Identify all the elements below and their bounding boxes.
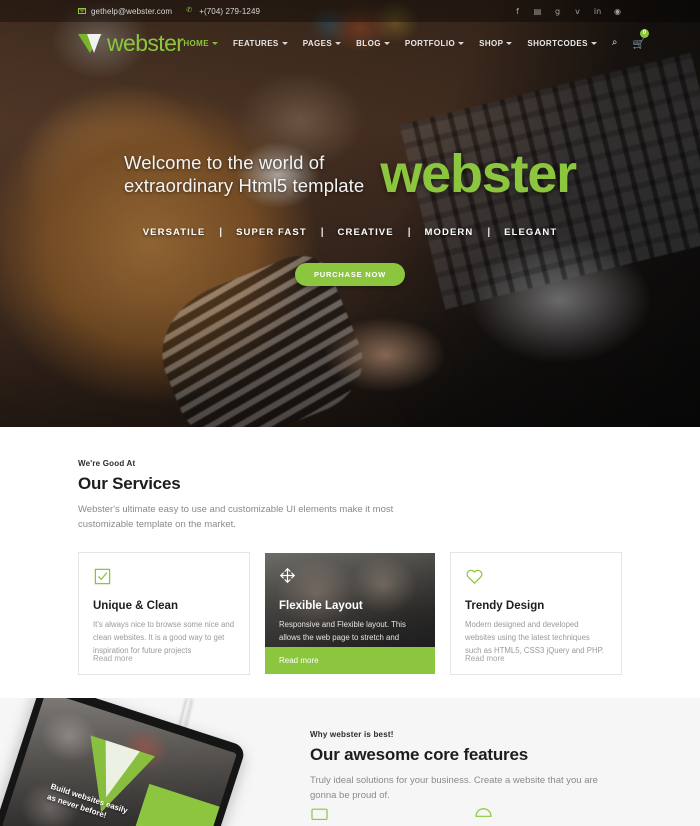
topbar-email[interactable]: gethelp@webster.com: [78, 7, 172, 16]
topbar-contact-group: gethelp@webster.com ✆ +(704) 279-1249: [78, 7, 260, 16]
chevron-down-icon: [281, 41, 288, 45]
tablet-device: Build websites easily as never before!: [0, 698, 247, 826]
services-description: Webster's ultimate easy to use and custo…: [78, 504, 394, 530]
hero-brand-text: webster: [380, 144, 577, 204]
service-card-body: Trendy Design Modern designed and develo…: [451, 553, 621, 658]
hero-keyword-modern: MODERN: [424, 226, 474, 238]
hero-keyword-creative: CREATIVE: [337, 226, 394, 238]
nav-item-pages-label: PAGES: [302, 38, 333, 48]
hero-welcome-line2: extraordinary Html5 template: [124, 175, 365, 197]
nav-item-blog[interactable]: BLOG: [356, 39, 390, 48]
chevron-down-icon: [458, 41, 465, 45]
check-square-icon: [93, 567, 235, 589]
core-description: Truly ideal solutions for your business.…: [310, 775, 598, 801]
topbar-social-group: f ▤ g v in ◉: [513, 7, 622, 16]
site-logo[interactable]: webster: [78, 29, 184, 57]
nav-item-shortcodes[interactable]: SHORTCODES: [527, 38, 597, 48]
chevron-down-icon: [335, 41, 342, 45]
nav-item-portfolio-label: PORTFOLIO: [404, 38, 456, 48]
nav-item-pages[interactable]: PAGES: [302, 38, 342, 48]
services-title: Our Services: [78, 474, 181, 493]
chevron-down-icon: [590, 41, 597, 45]
umbrella-icon: [474, 806, 493, 826]
service-card-read-more-link[interactable]: Read more: [465, 654, 505, 663]
chevron-down-icon: [211, 41, 218, 45]
google-plus-icon[interactable]: g: [553, 7, 562, 16]
topbar-email-text: gethelp@webster.com: [91, 6, 173, 16]
main-navigation-bar: webster HOME FEATURES PAGES BLOG PORTFOL…: [0, 22, 700, 64]
chevron-down-icon: [383, 41, 390, 45]
dribbble-icon[interactable]: ◉: [613, 7, 622, 16]
nav-item-portfolio[interactable]: PORTFOLIO: [404, 38, 465, 48]
service-card-list: Unique & Clean It's always nice to brows…: [78, 552, 622, 676]
purchase-now-button[interactable]: PURCHASE NOW: [294, 262, 406, 286]
search-icon[interactable]: ⌕: [612, 38, 618, 48]
topbar-phone-text: +(704) 279-1249: [199, 6, 261, 16]
hero-content: Welcome to the world of extraordinary Ht…: [0, 144, 700, 286]
nav-item-home[interactable]: HOME: [183, 39, 218, 48]
arrows-move-icon: [279, 567, 421, 589]
nav-item-shop[interactable]: SHOP: [479, 38, 513, 48]
service-card-flexible-layout[interactable]: Flexible Layout Responsive and Flexible …: [264, 552, 436, 676]
core-features-content: Why webster is best! Our awesome core fe…: [310, 730, 640, 803]
service-card-trendy-design[interactable]: Trendy Design Modern designed and develo…: [450, 552, 622, 676]
nav-item-blog-label: BLOG: [356, 38, 381, 48]
phone-icon: ✆: [186, 7, 193, 14]
service-card-title: Unique & Clean: [93, 600, 178, 613]
flickr-icon[interactable]: ▤: [533, 7, 542, 16]
hero-keyword-versatile: VERSATILE: [142, 226, 206, 238]
chevron-down-icon: [506, 41, 513, 45]
logo-text: webster: [107, 29, 184, 56]
cart-button[interactable]: 🛒 0: [632, 29, 649, 52]
tablet-illustration: Build websites easily as never before!: [0, 698, 300, 826]
nav-item-home-label: HOME: [183, 38, 209, 48]
keyword-separator: |: [407, 226, 411, 238]
nav-item-features[interactable]: FEATURES: [233, 39, 288, 48]
tablet-screen: Build websites easily as never before!: [1, 698, 238, 826]
hero-headline: Welcome to the world of extraordinary Ht…: [40, 144, 660, 204]
core-title: Our awesome core features: [310, 745, 528, 764]
service-card-body: Unique & Clean It's always nice to brows…: [79, 553, 249, 658]
hero-section: gethelp@webster.com ✆ +(704) 279-1249 f …: [0, 0, 700, 427]
services-eyebrow: We're Good At: [78, 459, 136, 468]
service-card-text: It's always nice to browse some nice and…: [93, 620, 235, 656]
cart-count-badge: 0: [639, 29, 649, 38]
service-card-unique-clean[interactable]: Unique & Clean It's always nice to brows…: [78, 552, 250, 676]
linkedin-icon[interactable]: in: [593, 7, 602, 16]
hero-keyword-super-fast: SUPER FAST: [236, 226, 307, 238]
keyword-separator: |: [320, 226, 324, 238]
service-card-read-more-bar[interactable]: Read more: [265, 647, 435, 675]
keyword-separator: |: [487, 226, 491, 238]
keyword-separator: |: [219, 226, 223, 238]
service-card-title: Flexible Layout: [279, 600, 363, 613]
desktop-icon: [310, 806, 329, 826]
hero-welcome-line1: Welcome to the world of: [124, 152, 325, 173]
shopping-cart-icon: 🛒: [632, 39, 645, 50]
hero-keyword-elegant: ELEGANT: [504, 226, 558, 238]
hero-keyword-list: VERSATILE | SUPER FAST | CREATIVE | MODE…: [40, 227, 660, 238]
heart-icon: [465, 567, 607, 589]
hero-welcome-text: Welcome to the world of extraordinary Ht…: [124, 151, 364, 198]
topbar-phone[interactable]: ✆ +(704) 279-1249: [186, 7, 260, 16]
logo-triangle-icon: [78, 33, 102, 53]
service-card-title: Trendy Design: [465, 600, 545, 613]
service-card-read-more-link: Read more: [279, 656, 319, 666]
service-card-text: Modern designed and developed websites u…: [465, 620, 604, 656]
core-eyebrow: Why webster is best!: [310, 730, 394, 739]
facebook-icon[interactable]: f: [513, 7, 522, 16]
core-feature-icon-row: [310, 806, 493, 826]
envelope-icon: [78, 8, 86, 14]
core-features-section: Build websites easily as never before! W…: [0, 698, 700, 826]
services-section: We're Good At Our Services Webster's ult…: [0, 427, 700, 698]
service-card-read-more-link[interactable]: Read more: [93, 654, 133, 663]
nav-item-features-label: FEATURES: [232, 38, 279, 48]
topbar: gethelp@webster.com ✆ +(704) 279-1249 f …: [0, 0, 700, 22]
nav-menu: HOME FEATURES PAGES BLOG PORTFOLIO SHOP: [183, 29, 649, 52]
nav-item-shortcodes-label: SHORTCODES: [527, 38, 588, 48]
nav-item-shop-label: SHOP: [479, 38, 504, 48]
hero-cta-row: PURCHASE NOW: [40, 262, 660, 286]
vimeo-icon[interactable]: v: [573, 7, 582, 16]
